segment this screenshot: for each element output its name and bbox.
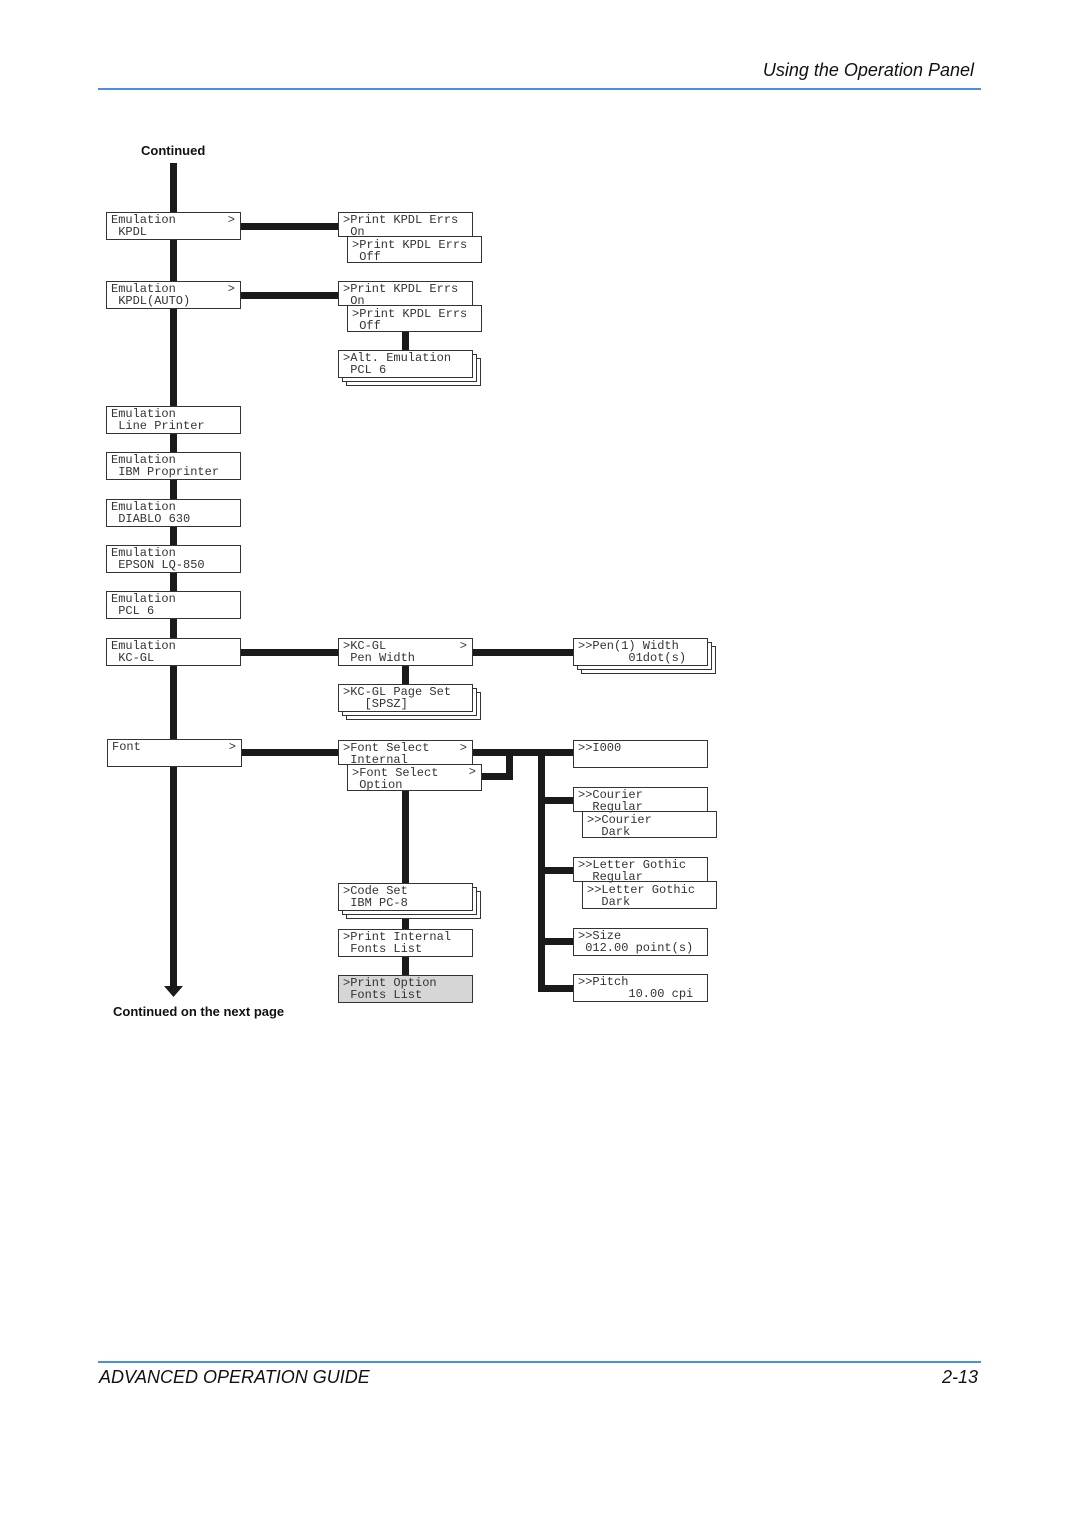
menu-box-print-option-fonts: >Print Option Fonts List <box>338 975 473 1003</box>
arrow-right-icon: > <box>459 639 467 653</box>
menu-box-emulation-diablo: Emulation DIABLO 630 <box>106 499 241 527</box>
menu-box-code-set: >Code Set IBM PC-8 <box>338 883 473 911</box>
menu-box-kpdl-errs-on: >Print KPDL Errs On <box>338 212 473 238</box>
menu-box-kpdl-errs-off: >Print KPDL Errs Off <box>347 236 482 263</box>
menu-box-emulation-kpdl-auto: Emulation KPDL(AUTO) > <box>106 281 241 309</box>
manual-page: Using the Operation Panel Continued Cont… <box>0 0 1080 1528</box>
footer-guide-title: ADVANCED OPERATION GUIDE <box>99 1367 370 1387</box>
menu-box-pitch: >>Pitch 10.00 cpi <box>573 974 708 1002</box>
arrow-right-icon: > <box>228 740 236 754</box>
arrow-right-icon: > <box>459 741 467 755</box>
menu-box-kpdl-auto-errs-off: >Print KPDL Errs Off <box>347 305 482 332</box>
menu-box-letter-gothic-regular: >>Letter Gothic Regular <box>573 857 708 883</box>
menu-box-alt-emulation: >Alt. Emulation PCL 6 <box>338 350 473 378</box>
arrow-right-icon: > <box>468 765 476 779</box>
menu-box-font: Font > <box>107 739 242 767</box>
menu-box-emulation-kpdl: Emulation KPDL > <box>106 212 241 240</box>
arrow-right-icon: > <box>227 282 235 296</box>
menu-box-emulation-pcl6: Emulation PCL 6 <box>106 591 241 619</box>
menu-box-kcgl-pen-width: >KC-GL Pen Width > <box>338 638 473 666</box>
footer-rule <box>98 1361 981 1363</box>
menu-box-emulation-kcgl: Emulation KC-GL <box>106 638 241 666</box>
menu-box-courier-regular: >>Courier Regular <box>573 787 708 813</box>
menu-box-kcgl-page-set: >KC-GL Page Set [SPSZ] <box>338 684 473 712</box>
menu-box-emulation-line-printer: Emulation Line Printer <box>106 406 241 434</box>
menu-box-font-select-option: >Font Select Option > <box>347 764 482 791</box>
menu-box-print-internal-fonts: >Print Internal Fonts List <box>338 929 473 957</box>
menu-box-i000: >>I000 <box>573 740 708 768</box>
menu-box-courier-dark: >>Courier Dark <box>582 811 717 838</box>
arrow-right-icon: > <box>227 213 235 227</box>
menu-box-pen-width: >>Pen(1) Width 01dot(s) <box>573 638 708 666</box>
menu-box-letter-gothic-dark: >>Letter Gothic Dark <box>582 881 717 909</box>
menu-box-emulation-epson: Emulation EPSON LQ-850 <box>106 545 241 573</box>
page-number: 2-13 <box>941 1367 978 1387</box>
menu-box-font-select-internal: >Font Select Internal > <box>338 740 473 765</box>
menu-box-kpdl-auto-errs-on: >Print KPDL Errs On <box>338 281 473 307</box>
arrow-down-icon <box>164 986 183 997</box>
menu-box-emulation-ibm: Emulation IBM Proprinter <box>106 452 241 480</box>
menu-box-size: >>Size 012.00 point(s) <box>573 928 708 956</box>
